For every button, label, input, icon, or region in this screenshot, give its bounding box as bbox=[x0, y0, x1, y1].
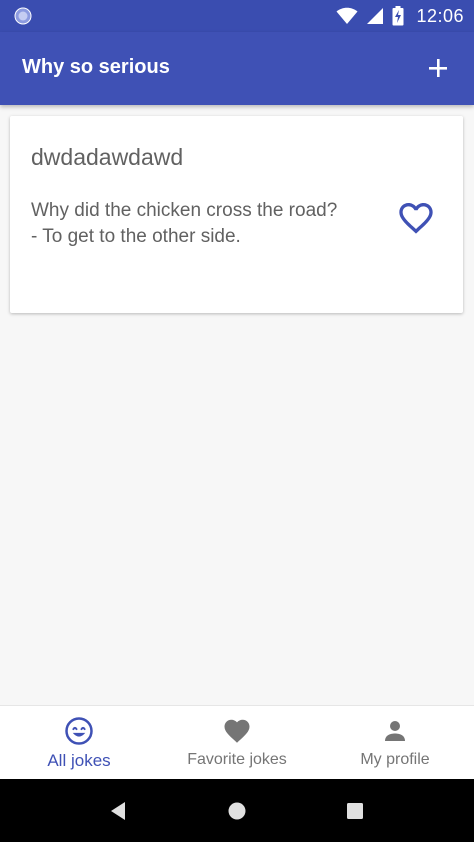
heart-outline-icon bbox=[399, 203, 433, 234]
status-icons: 12:06 bbox=[336, 0, 464, 32]
wifi-icon bbox=[336, 7, 358, 24]
recents-icon bbox=[347, 803, 363, 819]
nav-label-my-profile: My profile bbox=[360, 751, 430, 768]
home-button[interactable] bbox=[223, 797, 251, 825]
add-joke-button[interactable] bbox=[418, 48, 458, 88]
nav-label-all-jokes: All jokes bbox=[47, 751, 111, 770]
person-icon bbox=[385, 721, 405, 741]
joke-title: dwdadawdawd bbox=[31, 144, 184, 170]
nav-all-jokes[interactable]: All jokes bbox=[0, 706, 158, 780]
app-bar: Why so serious bbox=[0, 32, 474, 105]
sync-circle-icon bbox=[14, 7, 32, 25]
status-time: 12:06 bbox=[416, 5, 464, 26]
smiley-icon bbox=[65, 717, 93, 745]
joke-card[interactable]: dwdadawdawd Why did the chicken cross th… bbox=[10, 116, 463, 313]
favorite-button[interactable] bbox=[396, 198, 436, 238]
back-button[interactable] bbox=[104, 797, 132, 825]
battery-charging-icon bbox=[392, 6, 404, 26]
system-navigation-bar bbox=[0, 779, 474, 842]
app-title: Why so serious bbox=[22, 56, 170, 78]
plus-icon bbox=[429, 59, 447, 77]
jokes-list[interactable]: dwdadawdawd Why did the chicken cross th… bbox=[0, 105, 474, 705]
home-icon bbox=[228, 802, 246, 820]
bottom-navigation: All jokes Favorite jokes My profile bbox=[0, 705, 474, 780]
nav-favorite-jokes[interactable]: Favorite jokes bbox=[158, 706, 316, 780]
heart-icon bbox=[224, 719, 250, 743]
joke-text: Why did the chicken cross the road? - To… bbox=[31, 200, 338, 247]
nav-my-profile[interactable]: My profile bbox=[316, 706, 474, 780]
recents-button[interactable] bbox=[341, 797, 369, 825]
app-screen: 12:06 Why so serious dwdadawdawd Why did… bbox=[0, 0, 474, 842]
nav-label-favorite-jokes: Favorite jokes bbox=[187, 751, 287, 768]
cell-signal-icon bbox=[367, 8, 384, 24]
back-icon bbox=[111, 802, 125, 820]
status-bar: 12:06 bbox=[0, 0, 474, 32]
